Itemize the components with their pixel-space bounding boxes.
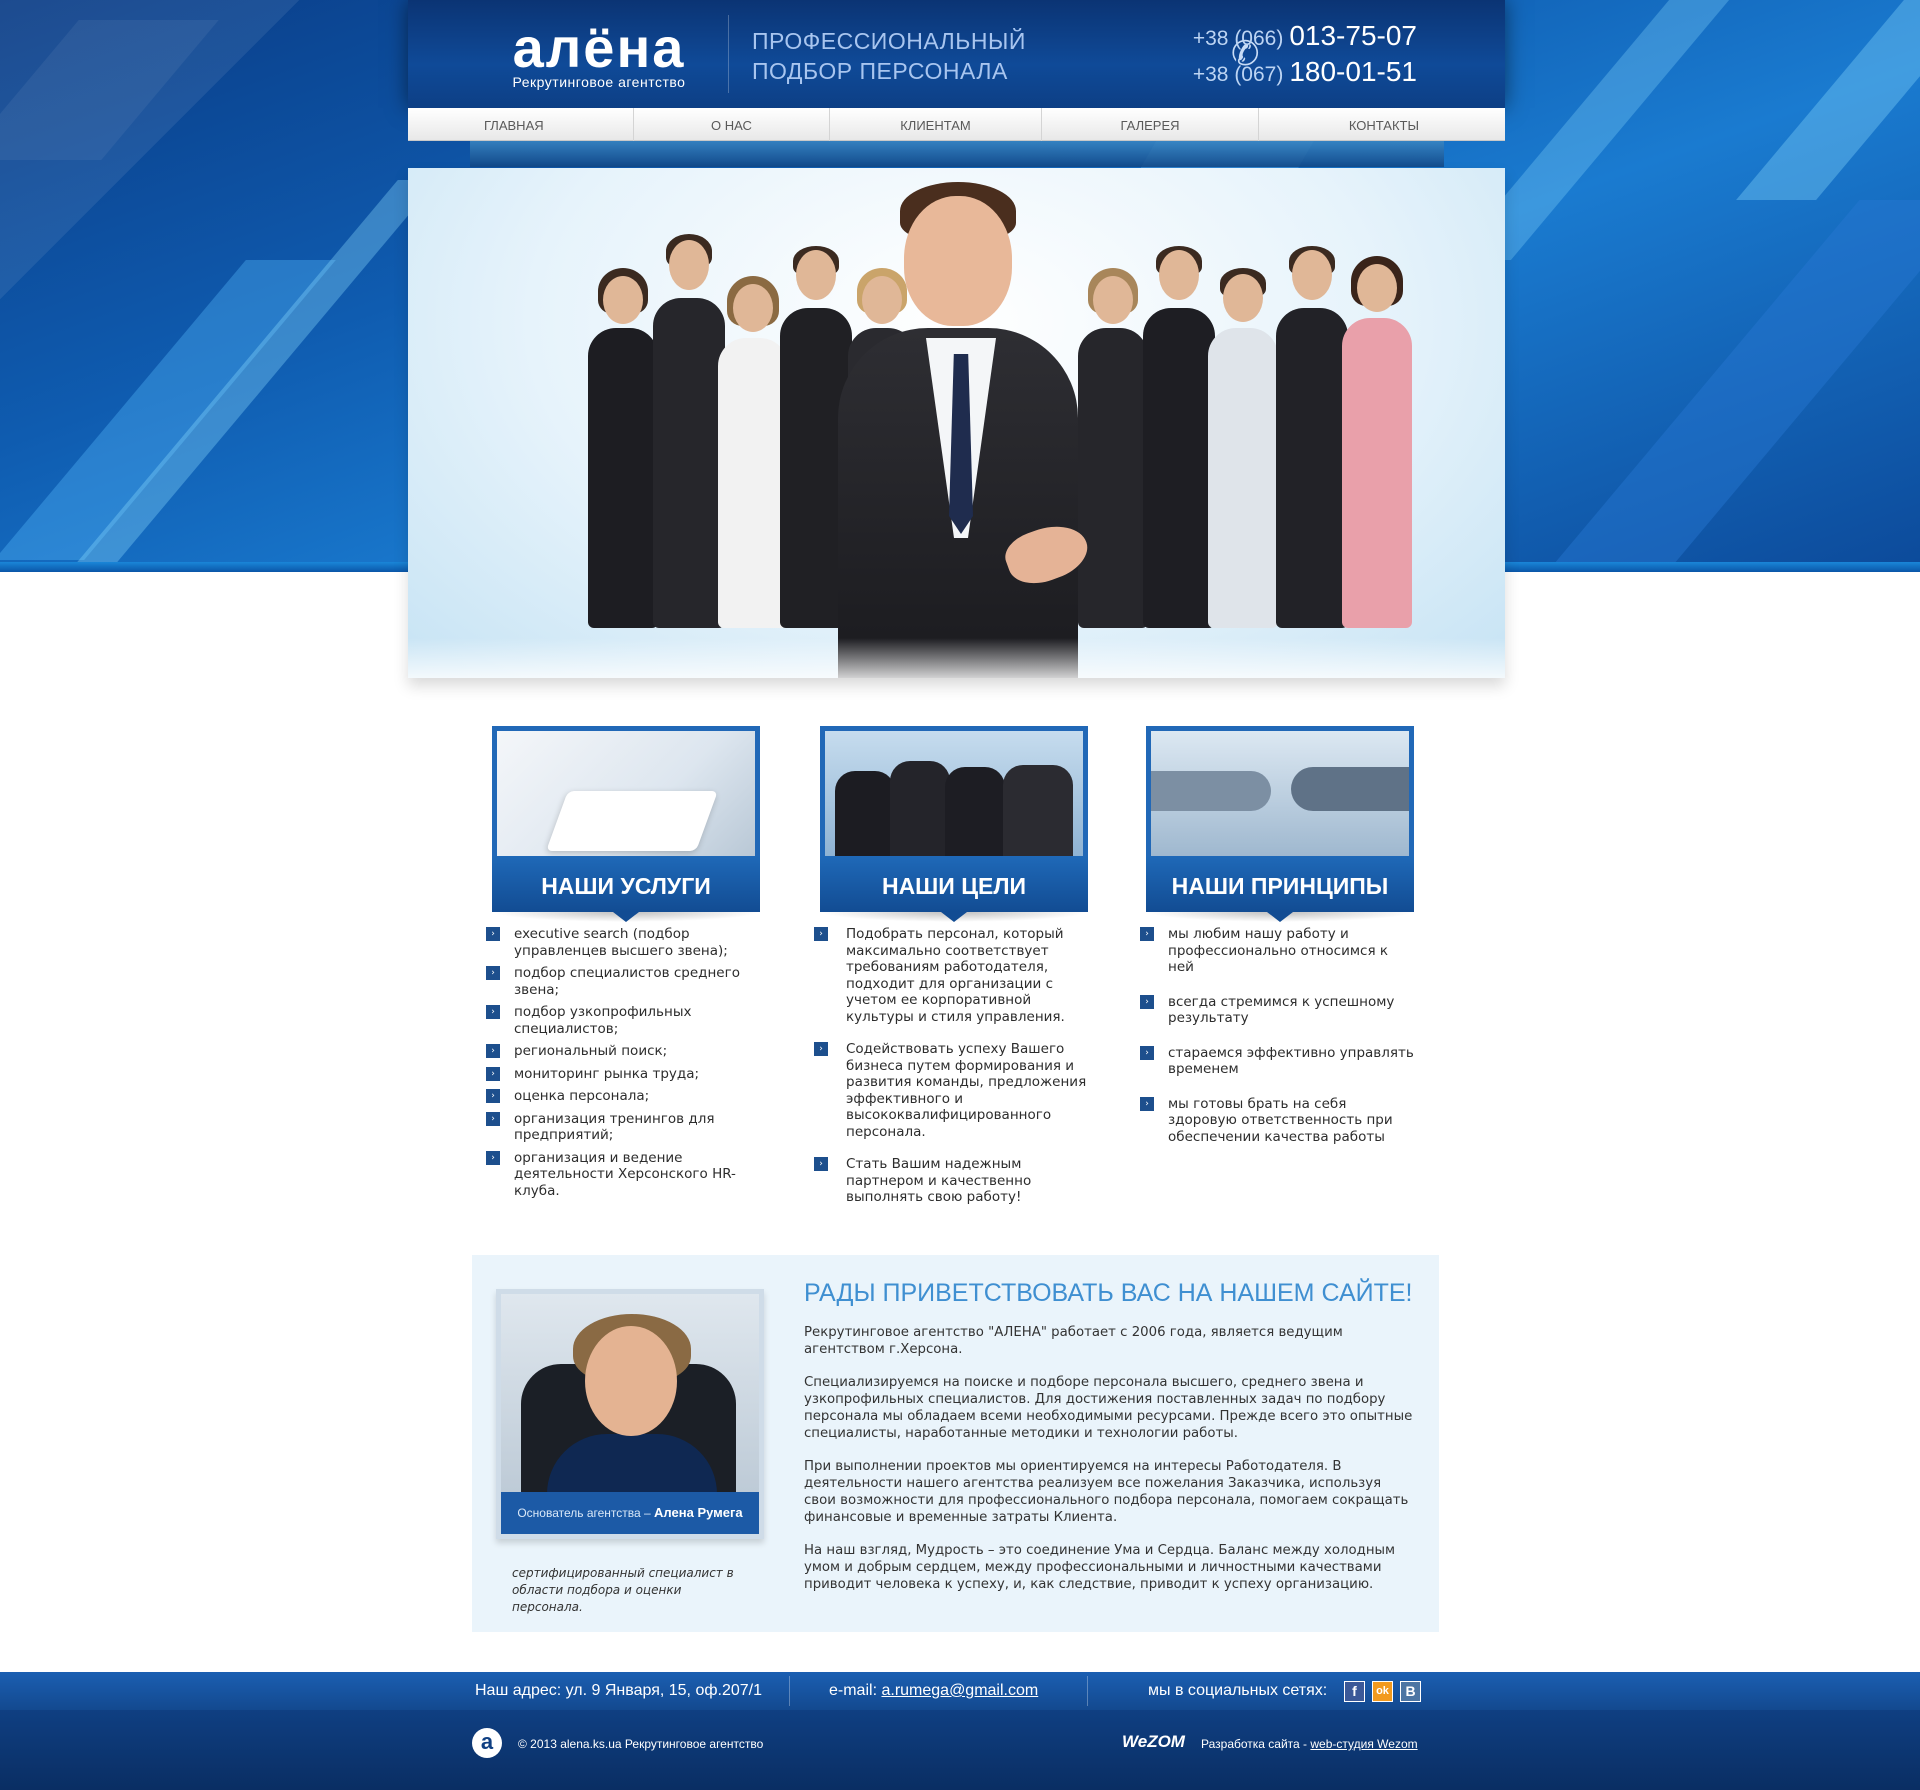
header-divider [728,15,729,93]
hero-banner [408,168,1505,678]
principles-title: НАШИ ПРИНЦИПЫ [1146,856,1414,912]
list-item: › оценка персонала; [486,1088,760,1105]
goals-title: НАШИ ЦЕЛИ [820,856,1088,912]
chevron-right-icon: › [486,966,500,980]
page-wrapper: алёна Рекрутинговое агентство ПРОФЕССИОН… [408,0,1505,1632]
phone-code: +38 (067) [1192,63,1284,86]
welcome-section: Основатель агентства – Алена Румега серт… [472,1255,1439,1632]
logo-subtitle: Рекрутинговое агентство [512,74,686,90]
founder-caption: Основатель агентства – Алена Румега [501,1492,759,1534]
welcome-paragraph: При выполнении проектов мы ориентируемся… [804,1459,1409,1525]
services-image [492,726,760,856]
nav-item-clients[interactable]: КЛИЕНТАМ [829,108,1041,141]
founder-note: сертифицированный специалист в области п… [512,1566,734,1614]
chevron-right-icon: › [814,1042,828,1056]
main-nav: ГЛАВНАЯ О НАС КЛИЕНТАМ ГАЛЕРЕЯ КОНТАКТЫ [408,108,1505,141]
list-item: › executive search (подбор управленцев вы… [486,926,760,959]
chevron-right-icon: › [814,927,828,941]
principles-image [1146,726,1414,856]
footer-address: Наш адрес: ул. 9 Января, 15, оф.207/1 [475,1682,762,1699]
chevron-right-icon: › [486,927,500,941]
hero-man-handshake [838,168,1095,678]
chevron-right-icon: › [486,1089,500,1103]
principles-list: › мы любим нашу работу и профессионально … [1140,926,1414,1146]
phone-number: 180-01-51 [1289,56,1417,87]
phone-2[interactable]: +38 (067) 180-01-51 [1193,56,1417,92]
founder-photo: Основатель агентства – Алена Румега [496,1289,764,1539]
feature-columns: НАШИ УСЛУГИ › executive search (подбор уп… [486,726,1432,1226]
email-label: e-mail: [829,1682,878,1699]
dev-label: Разработка сайта - [1201,1737,1308,1751]
column-principles: НАШИ ПРИНЦИПЫ › мы любим нашу работу и пр… [1140,726,1414,1163]
chevron-right-icon: › [1140,1045,1154,1060]
nav-item-gallery[interactable]: ГАЛЕРЕЯ [1041,108,1258,141]
nav-shadow [470,141,1444,167]
footer-logo-icon[interactable]: a [472,1728,502,1758]
welcome-title: РАДЫ ПРИВЕТСТВОВАТЬ ВАС НА НАШЕМ САЙТЕ! [804,1279,1413,1307]
footer-email: e-mail: a.rumega@gmail.com [829,1672,1038,1710]
chevron-right-icon: › [486,1066,500,1081]
list-item: › стараемся эффективно управлять временем [1140,1045,1414,1078]
list-item: › организация тренингов для предприятий; [486,1111,760,1144]
vkontakte-icon[interactable]: B [1400,1681,1421,1702]
welcome-paragraph: Рекрутинговое агентство "АЛЕНА" работает… [804,1325,1343,1357]
email-link[interactable]: a.rumega@gmail.com [881,1682,1038,1699]
phone-numbers: +38 (066) 013-75-07 +38 (067) 180-01-51 [1193,20,1417,92]
footer-bottom: a © 2013 alena.ks.ua Рекрутинговое агент… [0,1710,1920,1790]
dev-link[interactable]: web-студия Wezom [1310,1737,1417,1751]
site-header: алёна Рекрутинговое агентство ПРОФЕССИОН… [408,0,1505,108]
chevron-right-icon: › [1140,927,1154,941]
chevron-right-icon: › [486,1005,500,1019]
slogan: ПРОФЕССИОНАЛЬНЫЙ ПОДБОР ПЕРСОНАЛА [752,26,1026,86]
welcome-text: Рекрутинговое агентство "АЛЕНА" работает… [804,1325,1416,1611]
chevron-right-icon: › [486,1150,500,1165]
list-item: › организация и ведение деятельности Херс… [486,1150,760,1200]
phone-number: 013-75-07 [1289,20,1417,51]
logo-wordmark: алёна [512,16,686,79]
site-logo[interactable]: алёна Рекрутинговое агентство [494,16,704,91]
list-item: › Подобрать персонал, который максимально… [814,926,1088,1025]
phone-1[interactable]: +38 (066) 013-75-07 [1193,20,1417,56]
copyright: © 2013 alena.ks.ua Рекрутинговое агентст… [518,1737,764,1751]
nav-item-about[interactable]: О НАС [633,108,829,141]
nav-item-home[interactable]: ГЛАВНАЯ [408,108,633,141]
list-item: › всегда стремимся к успешному результату [1140,994,1414,1027]
list-item: › подбор узкопрофильных специалистов; [486,1004,760,1037]
founder-name: Алена Румега [654,1505,743,1520]
services-title: НАШИ УСЛУГИ [492,856,760,912]
phone-code: +38 (066) [1192,27,1284,50]
list-item: › мониторинг рынка труда; [486,1066,760,1083]
goals-image [820,726,1088,856]
founder-caption-prefix: Основатель агентства – [517,1506,651,1520]
nav-item-contacts[interactable]: КОНТАКТЫ [1258,108,1505,141]
goals-list: › Подобрать персонал, который максимально… [814,926,1088,1206]
list-item: › мы готовы брать на себя здоровую ответс… [1140,1096,1414,1146]
odnoklassniki-icon[interactable]: ok [1372,1681,1393,1702]
developer-credit: Разработка сайта - web-студия Wezom [1201,1734,1418,1754]
column-goals: НАШИ ЦЕЛИ › Подобрать персонал, который м… [814,726,1088,1222]
chevron-right-icon: › [486,1111,500,1126]
list-item: › подбор специалистов среднего звена; [486,965,760,998]
list-item: › Стать Вашим надежным партнером и качест… [814,1156,1088,1206]
wezom-logo[interactable]: WeZOM [1122,1732,1185,1752]
list-item: › Содействовать успеху Вашего бизнеса пут… [814,1041,1088,1140]
column-services: НАШИ УСЛУГИ › executive search (подбор уп… [486,726,760,1205]
list-item: › мы любим нашу работу и профессионально … [1140,926,1414,976]
welcome-paragraph: На наш взгляд, Мудрость – это соединение… [804,1543,1396,1592]
facebook-icon[interactable]: f [1344,1681,1365,1702]
chevron-right-icon: › [1140,994,1154,1009]
list-item: › региональный поиск; [486,1043,760,1060]
chevron-right-icon: › [814,1157,828,1171]
chevron-right-icon: › [486,1044,500,1058]
welcome-paragraph: Специализируемся на поиске и подборе пер… [804,1375,1413,1441]
social-label: мы в социальных сетях: [1148,1682,1328,1699]
services-list: › executive search (подбор управленцев вы… [486,926,760,1200]
footer-contacts-bar: Наш адрес: ул. 9 Января, 15, оф.207/1 e-… [0,1672,1920,1710]
chevron-right-icon: › [1140,1096,1154,1111]
slogan-line2: ПОДБОР ПЕРСОНАЛА [752,58,1008,84]
slogan-line1: ПРОФЕССИОНАЛЬНЫЙ [752,28,1026,54]
